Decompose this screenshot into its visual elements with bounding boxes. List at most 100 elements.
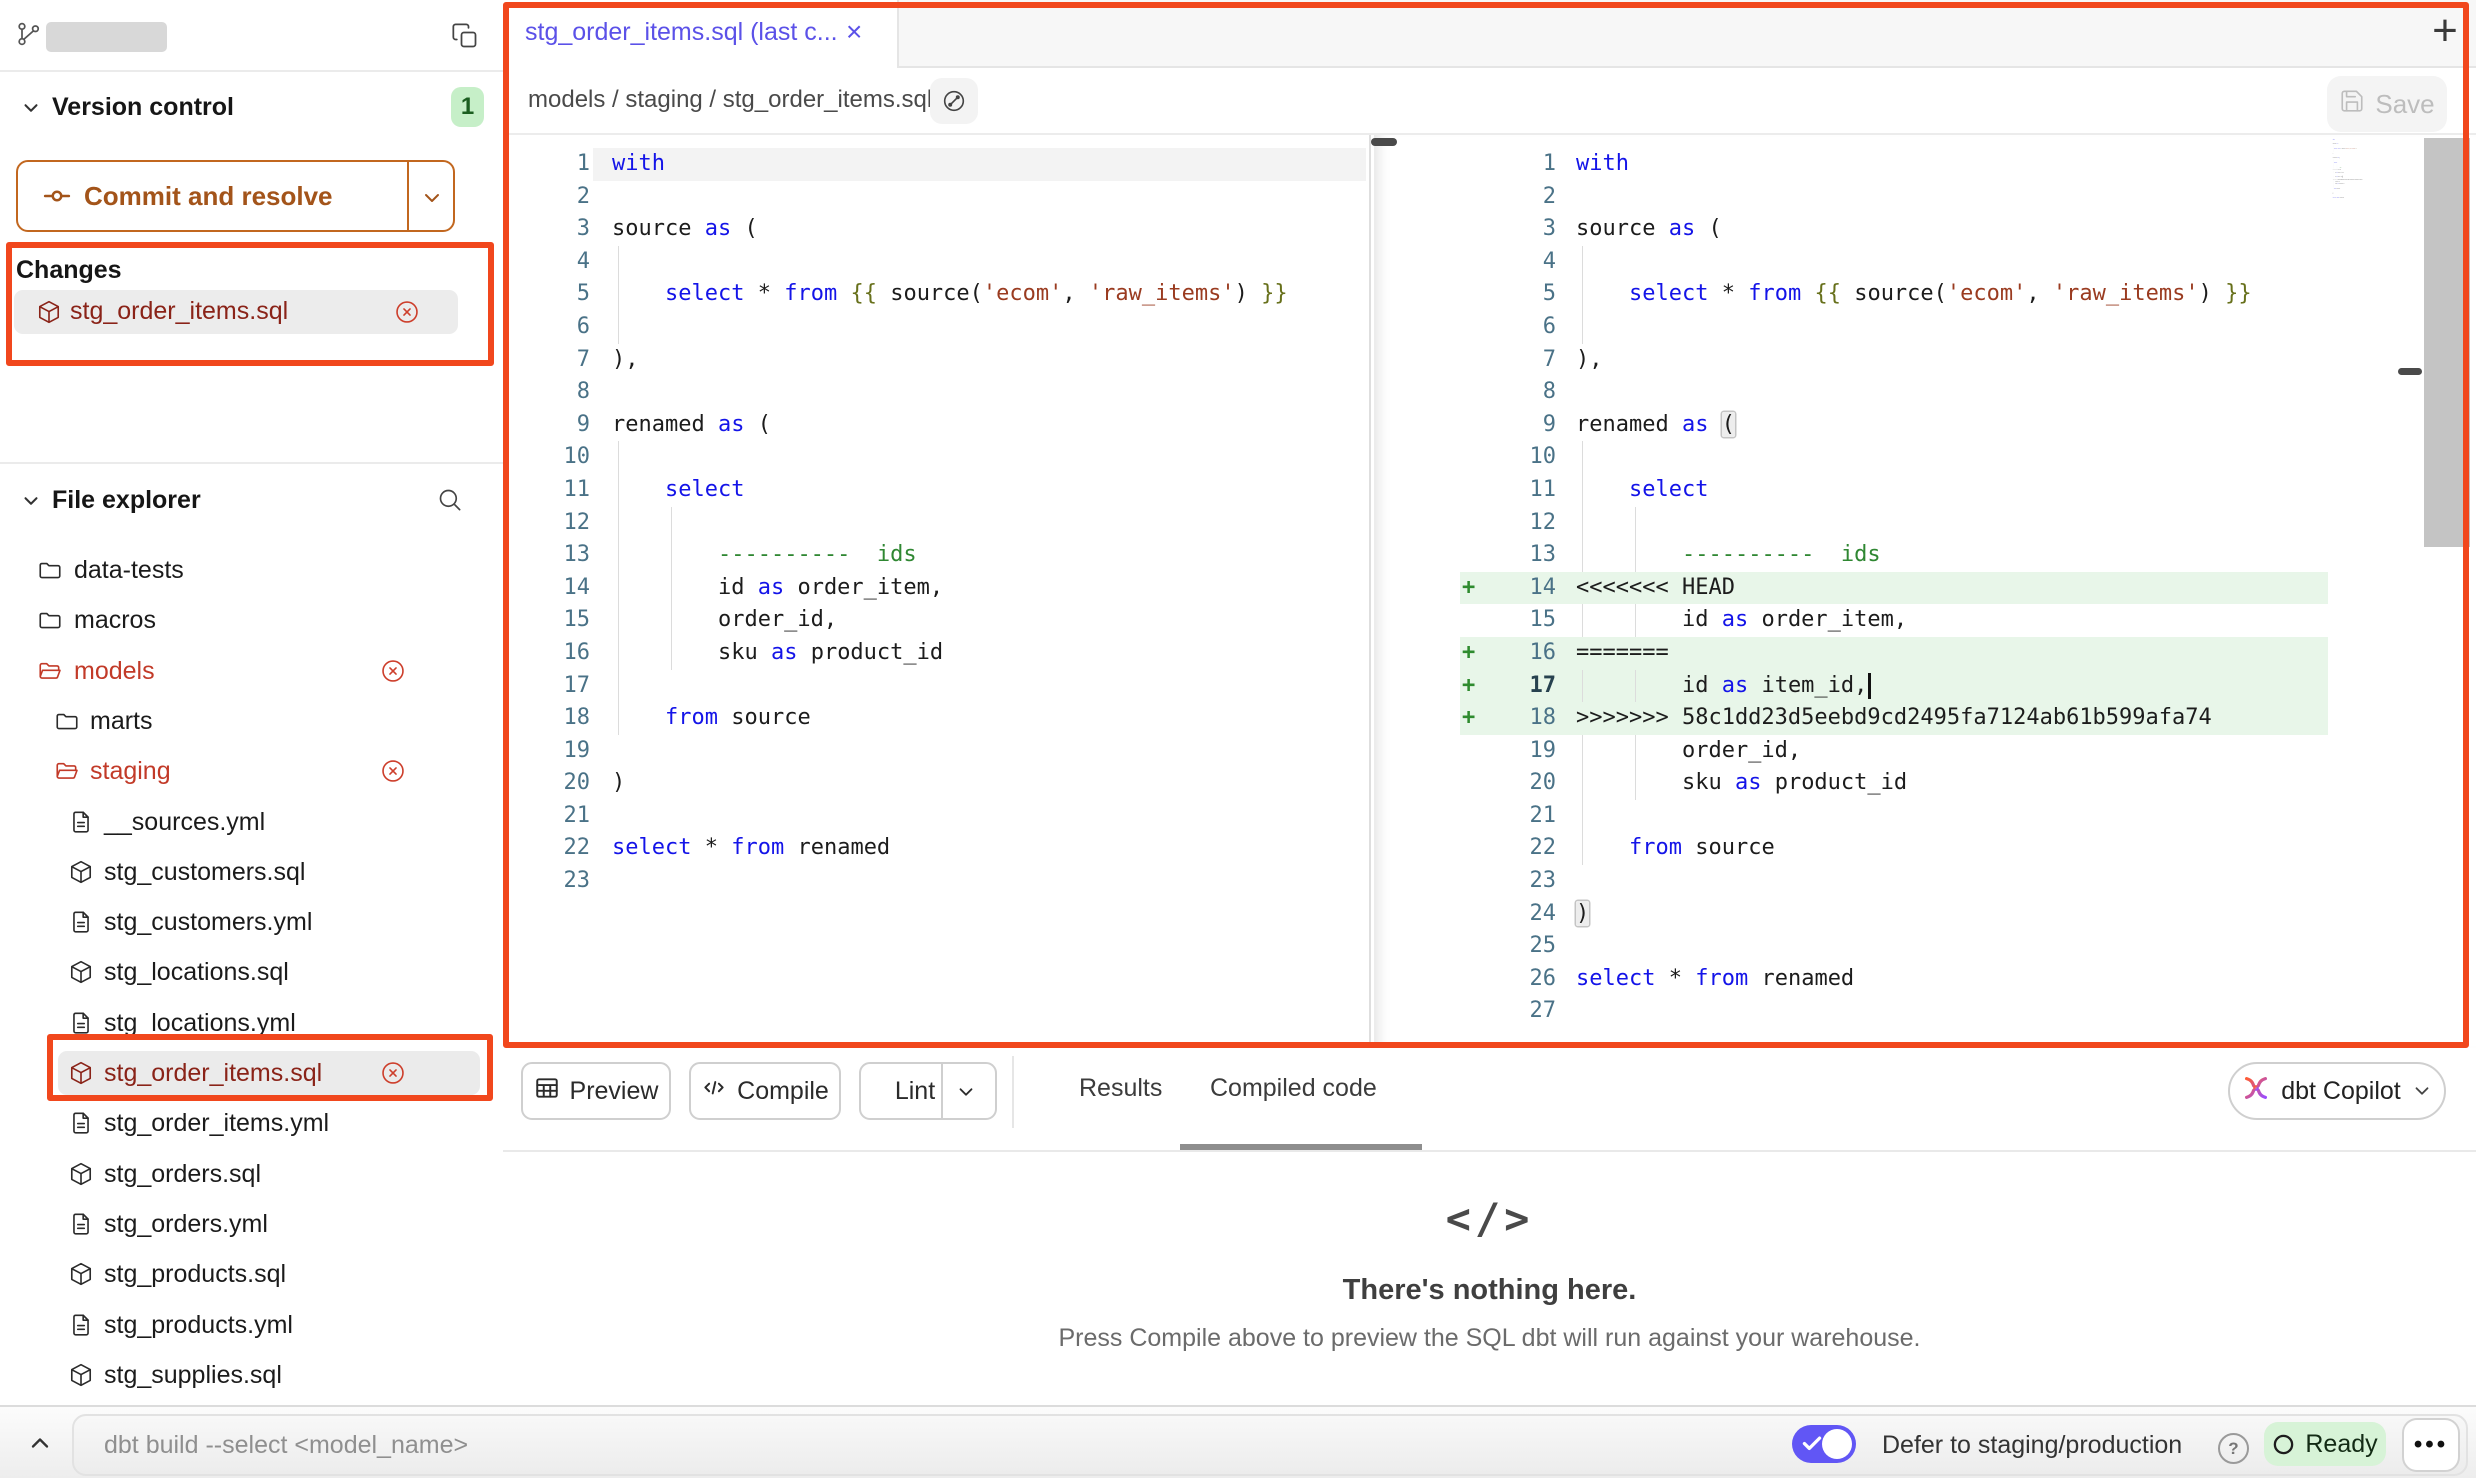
file-tree-item-stg-order-items-yml[interactable]: stg_order_items.yml (0, 1099, 503, 1147)
code-line-21: 21 (1374, 800, 2476, 833)
code-line-12: 12 (505, 507, 1369, 540)
file-tree-item-models[interactable]: models (0, 647, 503, 695)
breadcrumb: models / staging / stg_order_items.sql (528, 86, 932, 114)
code-line-7: 7), (1374, 344, 2476, 377)
diff-left-pane[interactable]: 1with23source as (45 select * from {{ so… (505, 135, 1371, 1048)
diff-right-pane[interactable]: 1with23source as (45 select * from {{ so… (1374, 135, 2476, 1048)
file-name: stg_locations.sql (104, 958, 289, 987)
tab-results[interactable]: Results (1079, 1074, 1162, 1103)
help-icon[interactable]: ? (2218, 1433, 2249, 1464)
yaml-file-icon (68, 1110, 94, 1136)
code-line-22: 22 from source (1374, 832, 2476, 865)
minimap[interactable]: withsource as ( select * from {{ source(… (2332, 138, 2392, 198)
code-line-5: 5 select * from {{ source('ecom', 'raw_i… (1374, 278, 2476, 311)
code-line-22: 22select * from renamed (505, 832, 1369, 865)
tab-stg-order-items[interactable]: stg_order_items.sql (last c... × (503, 0, 899, 68)
file-tree-item-stg-products-yml[interactable]: stg_products.yml (0, 1301, 503, 1349)
file-tree-item-marts[interactable]: marts (0, 697, 503, 745)
file-tree-item-staging[interactable]: staging (0, 747, 503, 795)
toggle-knob (1822, 1429, 1852, 1459)
code-line-6: 6 (505, 311, 1369, 344)
code-line-6: 6 (1374, 311, 2476, 344)
file-tree-item-stg-locations-sql[interactable]: stg_locations.sql (0, 948, 503, 996)
code-line-14: 14 id as order_item, (505, 572, 1369, 605)
code-line-9: 9renamed as ( (1374, 409, 2476, 442)
left-pane-scrollbar-thumb[interactable] (1371, 138, 1397, 146)
lint-label: Lint (895, 1077, 935, 1106)
code-line-24: 24) (1374, 898, 2476, 931)
deleted-marker-icon[interactable] (380, 658, 406, 684)
code-line-20: 20) (505, 767, 1369, 800)
file-tree-item-stg-customers-sql[interactable]: stg_customers.sql (0, 848, 503, 896)
yaml-file-icon (68, 809, 94, 835)
defer-toggle[interactable] (1792, 1425, 1856, 1463)
file-tree-item-stg-products-sql[interactable]: stg_products.sql (0, 1250, 503, 1298)
tab-compiled-code[interactable]: Compiled code (1210, 1074, 1377, 1103)
code-line-4: 4 (1374, 246, 2476, 279)
open-folder-icon (37, 658, 63, 684)
file-name: __sources.yml (104, 808, 265, 837)
file-tree-item-stg-locations-yml[interactable]: stg_locations.yml (0, 999, 503, 1047)
code-line-25: 25 (1374, 930, 2476, 963)
folder-icon (54, 708, 80, 734)
code-line-23: 23 (505, 865, 1369, 898)
preview-label: Preview (570, 1077, 659, 1106)
sidebar: Version control 1 Commit and resolve Cha… (0, 0, 505, 1405)
file-tree-item-stg-orders-yml[interactable]: stg_orders.yml (0, 1200, 503, 1248)
file-tree-item-stg-supplies-sql[interactable]: stg_supplies.sql (0, 1351, 503, 1399)
code-line-10: 10 (505, 441, 1369, 474)
file-name: stg_products.yml (104, 1311, 293, 1340)
editor-scrollbar-track[interactable] (2424, 138, 2470, 547)
status-circle-icon (2272, 1433, 2295, 1456)
file-tree-item--sources-yml[interactable]: __sources.yml (0, 798, 503, 846)
right-pane-scrollbar-thumb[interactable] (2398, 368, 2422, 375)
code-line-16: 16 sku as product_id (505, 637, 1369, 670)
code-line-17: 17 (505, 670, 1369, 703)
new-tab-button[interactable]: + (2422, 8, 2468, 54)
code-line-15: 15 id as order_item, (1374, 604, 2476, 637)
file-name: stg_products.sql (104, 1260, 286, 1289)
code-line-2: 2 (1374, 181, 2476, 214)
code-line-3: 3source as ( (1374, 213, 2476, 246)
code-line-13: 13 ---------- ids (505, 539, 1369, 572)
tab-close-icon[interactable]: × (846, 16, 862, 48)
more-options-button[interactable]: ••• (2402, 1418, 2460, 1472)
save-button[interactable]: Save (2327, 76, 2447, 132)
preview-button[interactable]: Preview (521, 1062, 671, 1120)
lint-button[interactable]: Lint (859, 1062, 997, 1120)
save-label: Save (2375, 89, 2434, 120)
file-tree-item-data-tests[interactable]: data-tests (0, 546, 503, 594)
folder-icon (37, 607, 63, 633)
compile-button[interactable]: Compile (689, 1062, 841, 1120)
file-tree-item-stg-order-items-sql[interactable]: stg_order_items.sql (0, 1049, 503, 1097)
code-editor: 1with23source as (45 select * from {{ so… (503, 135, 2476, 1048)
code-line-8: 8 (505, 376, 1369, 409)
terminal-expand-chevron-icon[interactable] (26, 1429, 54, 1457)
table-icon (534, 1075, 560, 1108)
file-name: stg_orders.sql (104, 1160, 261, 1189)
yaml-file-icon (68, 1312, 94, 1338)
code-line-1: 1with (1374, 148, 2476, 181)
file-tree-item-stg-customers-yml[interactable]: stg_customers.yml (0, 898, 503, 946)
dbt-command-input[interactable] (102, 1422, 1006, 1468)
file-tree-item-macros[interactable]: macros (0, 596, 503, 644)
code-line-17: +17 id as item_id, (1374, 670, 2476, 703)
file-tree-item-stg-orders-sql[interactable]: stg_orders.sql (0, 1150, 503, 1198)
ready-status-badge[interactable]: Ready (2264, 1422, 2386, 1466)
code-line-12: 12 (1374, 507, 2476, 540)
folder-icon (37, 557, 63, 583)
code-line-2: 2 (505, 181, 1369, 214)
code-line-3: 3source as ( (505, 213, 1369, 246)
lineage-icon[interactable] (930, 78, 978, 124)
ready-label: Ready (2305, 1430, 2377, 1459)
deleted-marker-icon[interactable] (380, 1060, 406, 1086)
lint-options-chevron-icon[interactable] (955, 1081, 977, 1103)
deleted-marker-icon[interactable] (380, 758, 406, 784)
dbt-copilot-button[interactable]: dbt Copilot (2228, 1062, 2446, 1120)
model-cube-icon (68, 1060, 94, 1086)
empty-state-caption: Press Compile above to preview the SQL d… (503, 1324, 2476, 1353)
file-name: stg_order_items.sql (104, 1059, 322, 1088)
code-line-7: 7), (505, 344, 1369, 377)
text-cursor (1868, 673, 1871, 699)
code-line-26: 26select * from renamed (1374, 963, 2476, 996)
